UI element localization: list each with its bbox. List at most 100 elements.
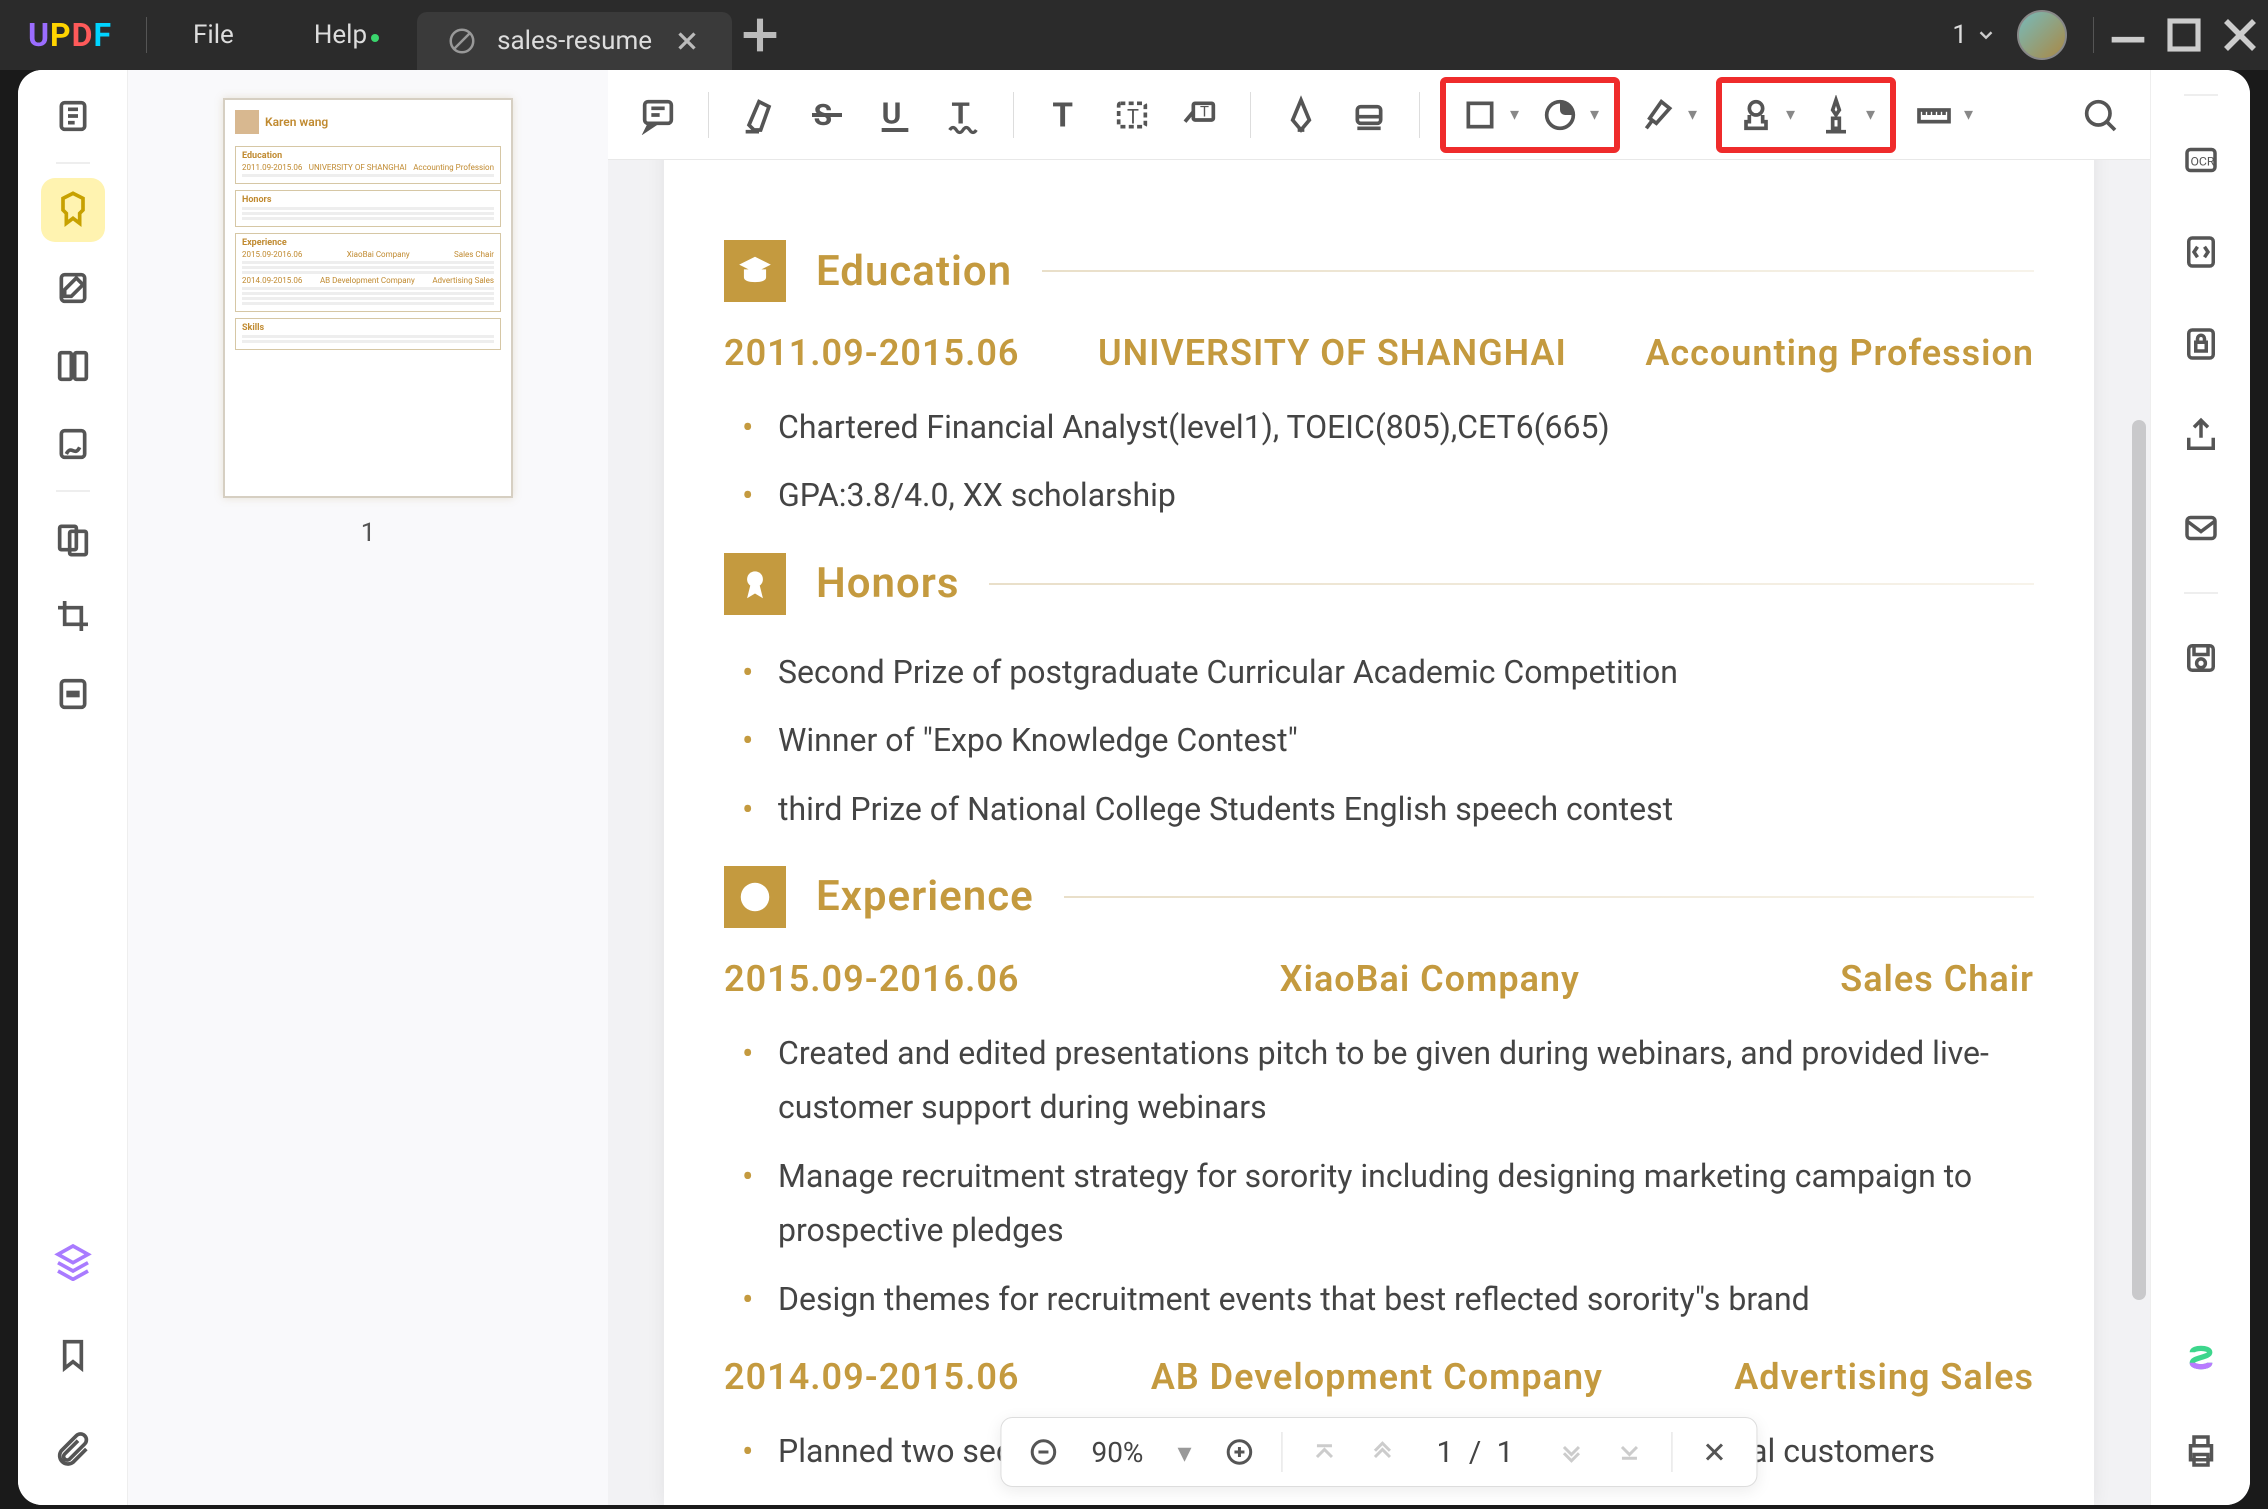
separator [56, 490, 90, 492]
zoom-out-button[interactable] [1019, 1428, 1067, 1476]
job2-row: 2014.09-2015.06 AB Development Company A… [724, 1356, 2034, 1398]
layers-button[interactable] [41, 1229, 105, 1293]
section-divider [1064, 896, 2034, 898]
print-button[interactable] [2173, 1423, 2229, 1479]
email-button[interactable] [2173, 500, 2229, 556]
edu-major: Accounting Profession [1645, 332, 2034, 374]
workspace: Karen wang Education2011.09-2015.06UNIVE… [18, 70, 2250, 1505]
menu-help[interactable]: Help [274, 20, 407, 50]
crop-button[interactable] [41, 584, 105, 648]
bullet: Second Prize of postgraduate Curricular … [734, 645, 2034, 699]
tab-title: sales-resume [497, 26, 652, 56]
bullet: Created and edited presentations pitch t… [734, 1026, 2034, 1135]
last-page-button[interactable] [1606, 1428, 1654, 1476]
separator [146, 17, 147, 53]
highlight-tool[interactable] [729, 85, 789, 145]
education-row: 2011.09-2015.06 UNIVERSITY OF SHANGHAI A… [724, 332, 2034, 374]
pencil-tool[interactable] [1271, 85, 1331, 145]
ocr-button[interactable]: OCR [2173, 132, 2229, 188]
save-button[interactable] [2173, 630, 2229, 686]
form-mode-button[interactable] [41, 506, 105, 570]
new-tab-button[interactable] [732, 7, 788, 63]
stamp-tool[interactable]: ▾ [1628, 85, 1708, 145]
honors-icon [724, 553, 786, 615]
textbox-tool[interactable]: T [1102, 85, 1162, 145]
next-page-button[interactable] [1548, 1428, 1596, 1476]
bullet: Chartered Financial Analyst(level1), TOE… [734, 400, 2034, 454]
ai-assistant-button[interactable] [2173, 1333, 2229, 1389]
chevron-down-icon: ▾ [1177, 1436, 1191, 1469]
reader-mode-button[interactable] [41, 84, 105, 148]
page-thumbnail[interactable]: Karen wang Education2011.09-2015.06UNIVE… [223, 98, 513, 498]
close-statusbar-button[interactable] [1691, 1428, 1739, 1476]
strikethrough-tool[interactable]: S [797, 85, 857, 145]
zoom-select[interactable]: 90%▾ [1077, 1436, 1205, 1469]
rectangle-tool[interactable]: ▾ [1450, 85, 1530, 145]
bookmarks-button[interactable] [41, 1323, 105, 1387]
tab-count[interactable]: 1 [1952, 7, 1997, 63]
stamp-button[interactable]: ▾ [1726, 85, 1806, 145]
edit-mode-button[interactable] [41, 256, 105, 320]
highlighted-shape-group: ▾ ▾ [1440, 77, 1620, 153]
bullet: third Prize of National College Students… [734, 782, 2034, 836]
minimize-button[interactable] [2100, 7, 2156, 63]
job-date: 2014.09-2015.06 [724, 1356, 1019, 1398]
bullet: Built initial company relationship with … [734, 1492, 2034, 1505]
sticker-tool[interactable]: ▾ [1530, 85, 1610, 145]
edu-date: 2011.09-2015.06 [724, 332, 1019, 374]
separator [2093, 17, 2094, 53]
zoom-in-button[interactable] [1216, 1428, 1264, 1476]
app-logo: UPDF [0, 16, 140, 54]
protect-button[interactable] [2173, 316, 2229, 372]
first-page-button[interactable] [1301, 1428, 1349, 1476]
user-avatar[interactable] [2017, 10, 2067, 60]
right-toolbar: OCR [2150, 70, 2250, 1505]
signature-button[interactable]: ▾ [1806, 85, 1886, 145]
vertical-scrollbar[interactable] [2132, 420, 2146, 1300]
job-role: Sales Chair [1840, 958, 2034, 1000]
redact-button[interactable] [41, 662, 105, 726]
section-education: Education [724, 240, 2034, 302]
experience-icon [724, 866, 786, 928]
title-bar: UPDF File Help sales-resume 1 [0, 0, 2268, 70]
prev-page-button[interactable] [1359, 1428, 1407, 1476]
underline-tool[interactable]: U [865, 85, 925, 145]
education-bullets: Chartered Financial Analyst(level1), TOE… [724, 400, 2034, 523]
svg-text:OCR: OCR [2190, 154, 2214, 168]
svg-text:T: T [1200, 102, 1209, 120]
job-date: 2015.09-2016.06 [724, 958, 1019, 1000]
education-icon [724, 240, 786, 302]
document-tab[interactable]: sales-resume [417, 12, 732, 70]
tab-count-value: 1 [1952, 20, 1967, 50]
chevron-down-icon [1975, 24, 1997, 46]
page-indicator[interactable]: 1 / 1 [1417, 1435, 1538, 1470]
separator [708, 92, 709, 138]
squiggly-tool[interactable]: T [933, 85, 993, 145]
menu-file[interactable]: File [153, 20, 274, 50]
comment-mode-button[interactable] [41, 178, 105, 242]
close-button[interactable] [2212, 7, 2268, 63]
chevron-down-icon: ▾ [1866, 104, 1886, 125]
current-page: 1 [1437, 1435, 1458, 1470]
separator [56, 162, 90, 164]
attachments-button[interactable] [41, 1417, 105, 1481]
maximize-button[interactable] [2156, 7, 2212, 63]
text-tool[interactable]: T [1034, 85, 1094, 145]
menu-help-label: Help [314, 20, 367, 50]
eraser-tool[interactable] [1339, 85, 1399, 145]
convert-button[interactable] [2173, 224, 2229, 280]
note-tool[interactable] [628, 85, 688, 145]
chevron-down-icon: ▾ [1964, 104, 1984, 125]
document-canvas[interactable]: Education 2011.09-2015.06 UNIVERSITY OF … [608, 160, 2150, 1505]
separator [1250, 92, 1251, 138]
share-button[interactable] [2173, 408, 2229, 464]
thumbnail-panel: Karen wang Education2011.09-2015.06UNIVE… [128, 70, 608, 1505]
callout-tool[interactable]: T [1170, 85, 1230, 145]
sign-mode-button[interactable] [41, 412, 105, 476]
measure-tool[interactable]: ▾ [1904, 85, 1984, 145]
search-button[interactable] [2070, 85, 2130, 145]
chevron-down-icon: ▾ [1510, 104, 1530, 125]
bullet: GPA:3.8/4.0, XX scholarship [734, 468, 2034, 522]
organize-pages-button[interactable] [41, 334, 105, 398]
close-tab-icon[interactable] [672, 26, 702, 56]
